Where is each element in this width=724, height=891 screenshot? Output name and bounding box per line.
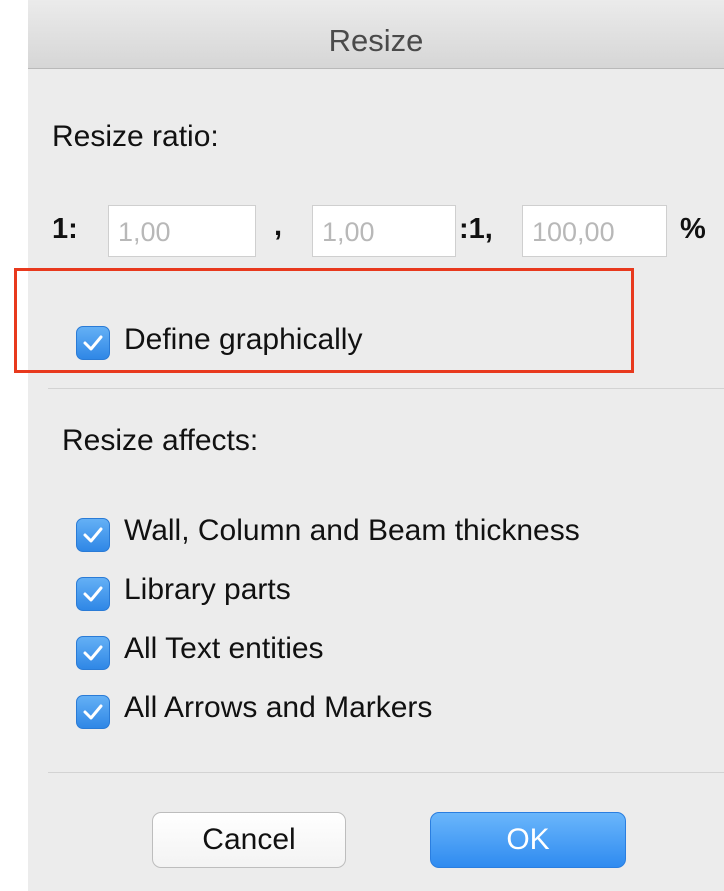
separator-line	[48, 772, 724, 773]
checkmark-icon	[83, 527, 103, 543]
checkmark-icon	[83, 586, 103, 602]
checkmark-icon	[83, 704, 103, 720]
all-text-entities-label[interactable]: All Text entities	[124, 632, 324, 666]
wall-column-beam-checkbox[interactable]	[76, 518, 110, 552]
percent-sign: %	[680, 213, 706, 245]
arrows-markers-checkbox[interactable]	[76, 695, 110, 729]
ratio-prefix-label: 1:	[52, 213, 78, 245]
all-text-entities-checkbox[interactable]	[76, 636, 110, 670]
separator-line	[48, 388, 724, 389]
checkmark-icon	[83, 645, 103, 661]
library-parts-label[interactable]: Library parts	[124, 573, 291, 607]
library-parts-checkbox[interactable]	[76, 577, 110, 611]
cancel-button[interactable]: Cancel	[152, 812, 346, 868]
dialog-title: Resize	[328, 23, 424, 58]
resize-affects-heading: Resize affects:	[62, 424, 259, 457]
percent-input[interactable]: 100,00	[522, 205, 667, 257]
highlight-box	[14, 268, 634, 373]
ratio-separator: ,	[274, 210, 283, 242]
resize-dialog: Resize Resize ratio: 1: 1,00 , 1,00 :1, …	[28, 0, 724, 891]
ratio-mid-label: :1,	[459, 213, 493, 245]
ok-button[interactable]: OK	[430, 812, 626, 868]
wall-column-beam-label[interactable]: Wall, Column and Beam thickness	[124, 514, 580, 548]
resize-ratio-heading: Resize ratio:	[52, 120, 219, 153]
ratio-second-input[interactable]: 1,00	[312, 205, 456, 257]
title-bar[interactable]: Resize	[28, 0, 724, 69]
ratio-first-input[interactable]: 1,00	[108, 205, 256, 257]
arrows-markers-label[interactable]: All Arrows and Markers	[124, 691, 432, 725]
